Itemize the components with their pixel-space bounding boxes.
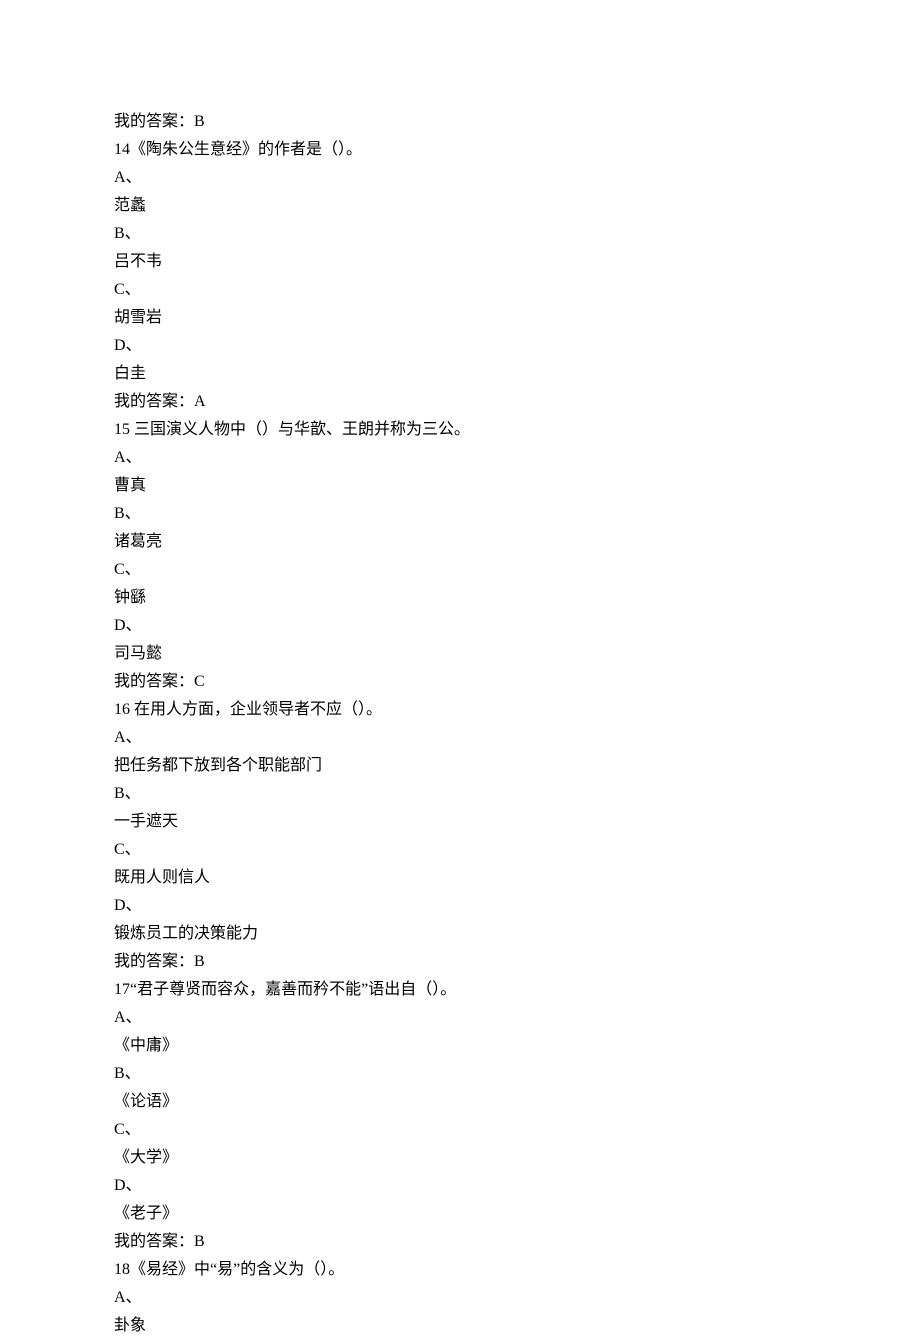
text-line: B、	[114, 220, 806, 248]
text-line: 我的答案：A	[114, 388, 806, 416]
text-line: 范蠡	[114, 192, 806, 220]
text-line: 诸葛亮	[114, 528, 806, 556]
text-line: 卦象	[114, 1312, 806, 1340]
text-line: 《老子》	[114, 1200, 806, 1228]
text-line: D、	[114, 892, 806, 920]
text-line: A、	[114, 164, 806, 192]
text-line: D、	[114, 332, 806, 360]
text-line: 我的答案：B	[114, 108, 806, 136]
text-line: 《论语》	[114, 1088, 806, 1116]
text-line: 曹真	[114, 472, 806, 500]
text-line: 14《陶朱公生意经》的作者是（）。	[114, 136, 806, 164]
text-line: 17“君子尊贤而容众，嘉善而矜不能”语出自（）。	[114, 976, 806, 1004]
text-line: 锻炼员工的决策能力	[114, 920, 806, 948]
text-line: C、	[114, 276, 806, 304]
text-line: D、	[114, 612, 806, 640]
text-line: 吕不韦	[114, 248, 806, 276]
text-line: 我的答案：B	[114, 948, 806, 976]
text-line: A、	[114, 724, 806, 752]
text-line: 我的答案：C	[114, 668, 806, 696]
text-line: B、	[114, 500, 806, 528]
text-line: C、	[114, 836, 806, 864]
text-line: A、	[114, 1284, 806, 1312]
text-line: C、	[114, 556, 806, 584]
text-line: 《大学》	[114, 1144, 806, 1172]
text-line: 钟繇	[114, 584, 806, 612]
text-line: 一手遮天	[114, 808, 806, 836]
text-line: 16 在用人方面，企业领导者不应（）。	[114, 696, 806, 724]
text-line: A、	[114, 1004, 806, 1032]
text-line: 白圭	[114, 360, 806, 388]
text-line: 胡雪岩	[114, 304, 806, 332]
text-line: 司马懿	[114, 640, 806, 668]
text-line: 《中庸》	[114, 1032, 806, 1060]
text-line: 15 三国演义人物中（）与华歆、王朗并称为三公。	[114, 416, 806, 444]
text-line: 我的答案：B	[114, 1228, 806, 1256]
text-line: 18《易经》中“易”的含义为（）。	[114, 1256, 806, 1284]
document-body: 我的答案：B 14《陶朱公生意经》的作者是（）。 A、 范蠡 B、 吕不韦 C、…	[114, 108, 806, 1340]
text-line: 把任务都下放到各个职能部门	[114, 752, 806, 780]
text-line: A、	[114, 444, 806, 472]
text-line: B、	[114, 780, 806, 808]
text-line: 既用人则信人	[114, 864, 806, 892]
text-line: B、	[114, 1060, 806, 1088]
text-line: C、	[114, 1116, 806, 1144]
text-line: D、	[114, 1172, 806, 1200]
